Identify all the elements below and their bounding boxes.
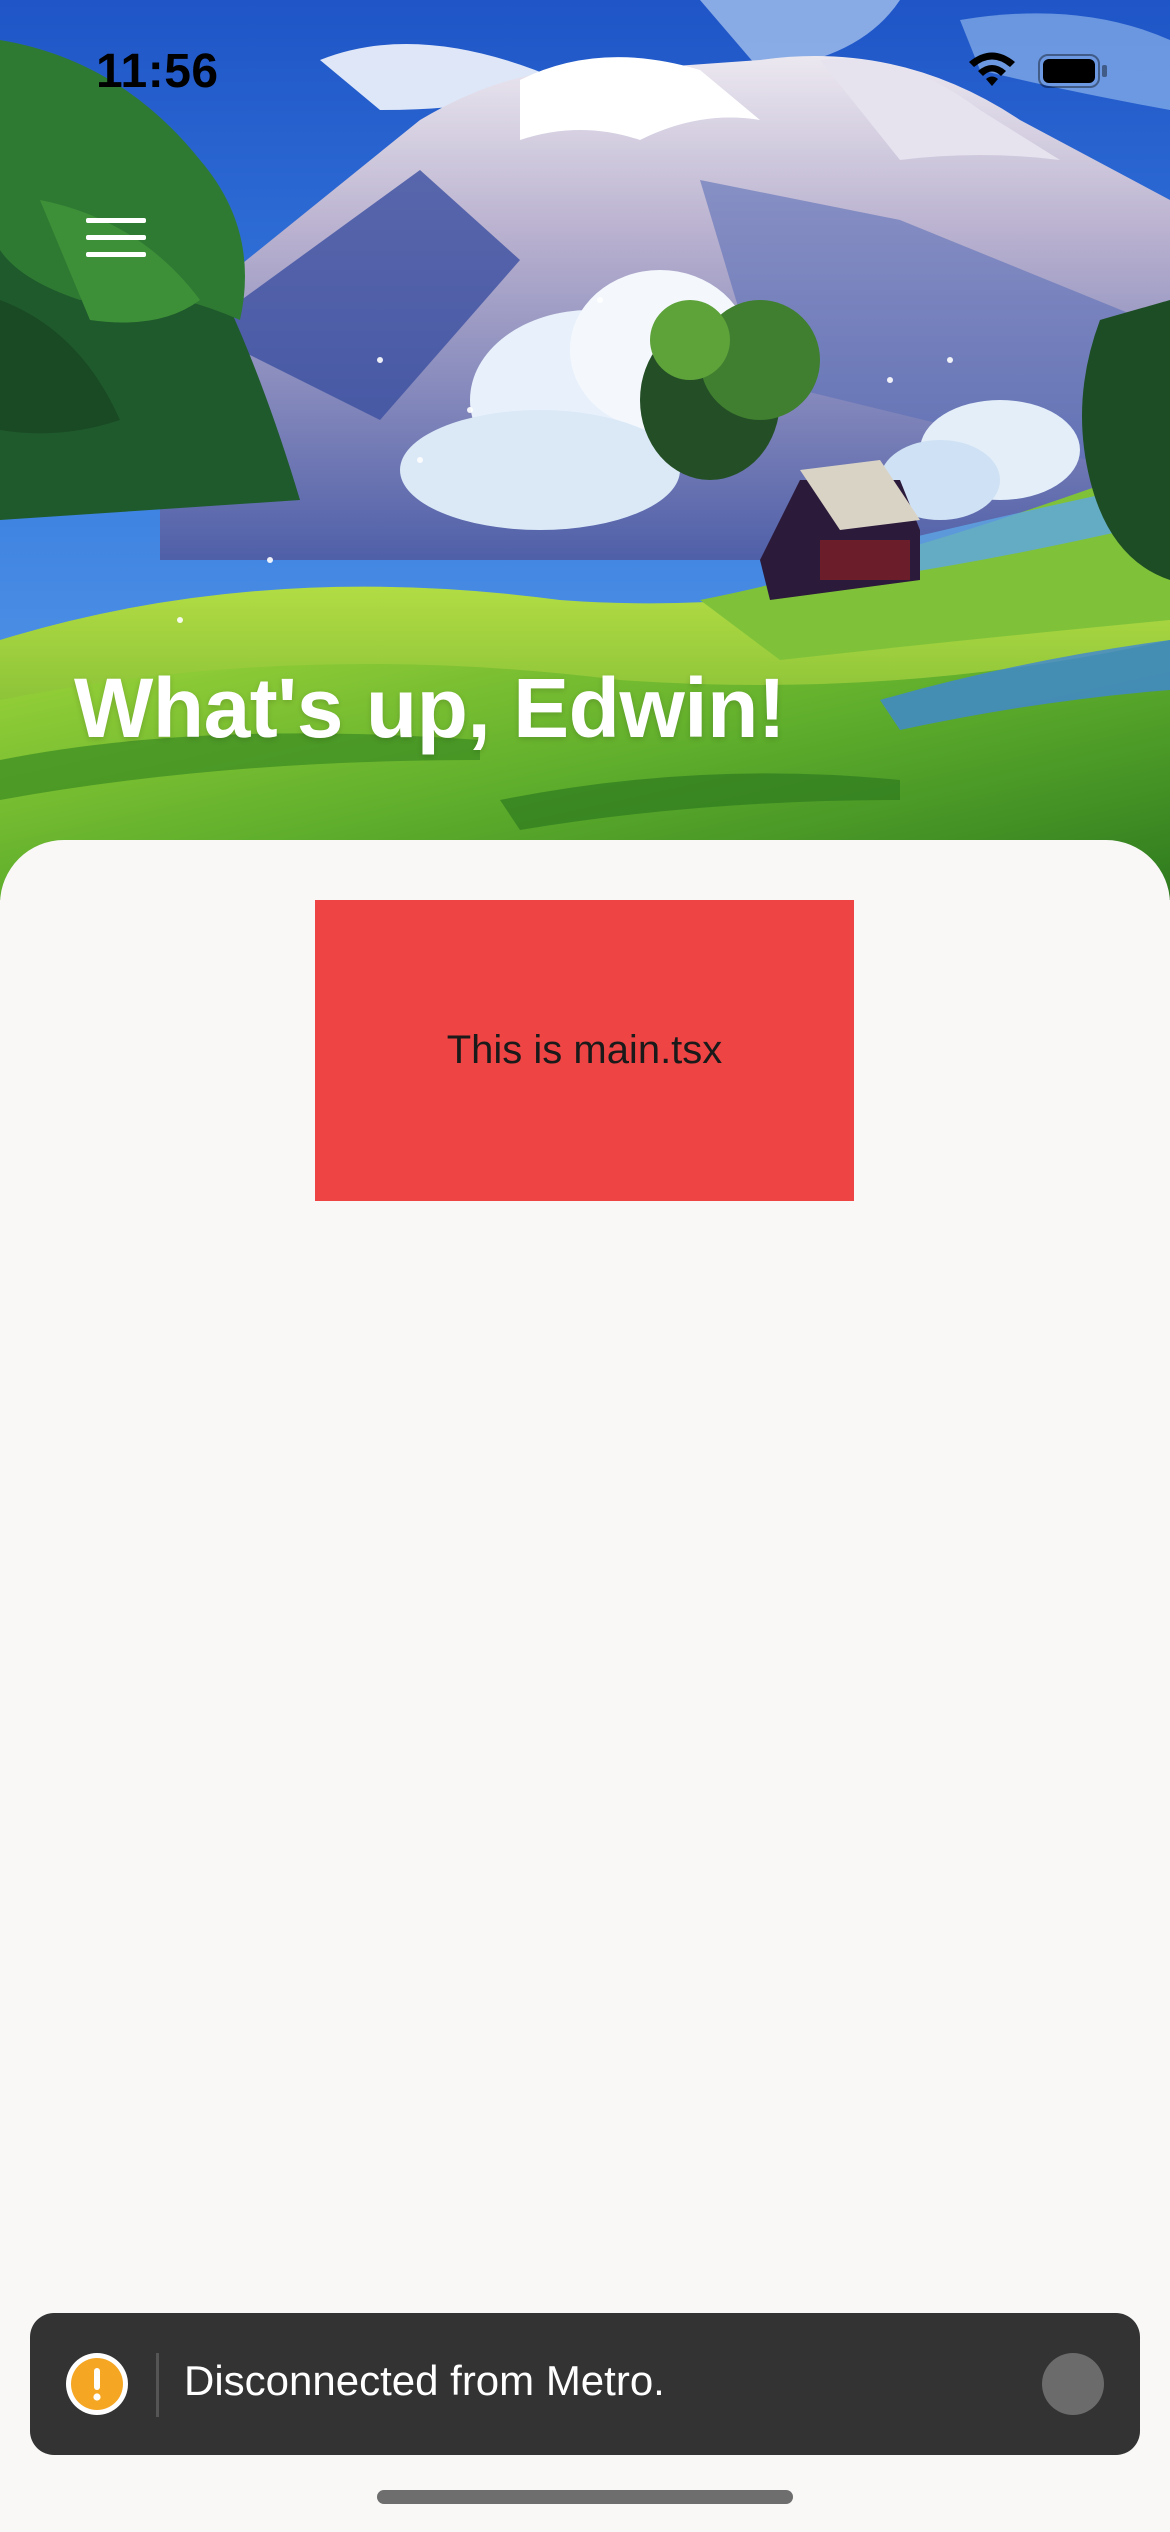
wifi-icon (966, 52, 1018, 90)
status-icons (966, 52, 1108, 90)
content-sheet: This is main.tsx (0, 840, 1170, 2532)
menu-button[interactable] (76, 200, 156, 280)
status-time: 11:56 (96, 45, 219, 98)
greeting-title: What's up, Edwin! (74, 661, 786, 755)
toast-divider (156, 2353, 159, 2417)
hamburger-menu-icon (86, 216, 146, 265)
toast-message: Disconnected from Metro. (184, 2357, 665, 2404)
app-screen: 11:56 What's up, Edwin! This is main.tsx… (0, 0, 1170, 2532)
status-bar: 11:56 (0, 0, 1170, 140)
toast-dismiss-button[interactable] (1042, 2353, 1104, 2415)
home-indicator[interactable] (377, 2490, 793, 2504)
battery-icon (1038, 54, 1108, 88)
main-box-label: This is main.tsx (446, 1028, 723, 1072)
metro-disconnect-toast[interactable]: Disconnected from Metro. (30, 2313, 1140, 2455)
warning-icon (64, 2351, 130, 2417)
main-component-box: This is main.tsx (315, 900, 854, 1201)
